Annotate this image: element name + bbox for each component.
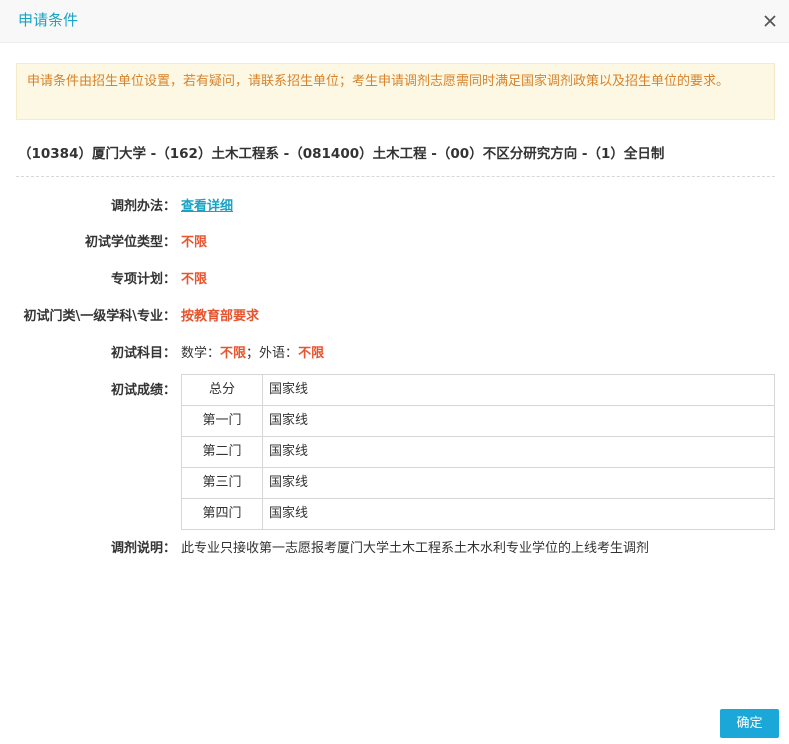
note-label: 调剂说明： <box>110 541 176 556</box>
view-details-link[interactable]: 查看详细 <box>181 197 233 217</box>
score-requirement: 国家线 <box>262 405 775 437</box>
score-requirement: 国家线 <box>262 374 775 406</box>
note-value: 此专业只接收第一志愿报考厦门大学土木工程系土木水利专业学位的上线考生调剂 <box>181 541 650 556</box>
note-row: 调剂说明： 此专业只接收第一志愿报考厦门大学土木工程系土木水利专业学位的上线考生… <box>0 539 789 559</box>
table-row: 第三门 国家线 <box>181 467 775 499</box>
special-plan-label: 专项计划： <box>110 272 176 287</box>
score-requirement: 国家线 <box>262 467 775 499</box>
subjects-row: 初试科目： 数学：不限；外语：不限 <box>0 344 789 364</box>
score-subject: 第四门 <box>181 498 263 530</box>
scores-table: 总分 国家线 第一门 国家线 第二门 国家线 第三门 国家线 第四门 国家线 <box>181 374 775 530</box>
score-subject: 第一门 <box>181 405 263 437</box>
divider <box>16 176 775 177</box>
dialog-title: 申请条件 <box>18 11 79 29</box>
category-label: 初试门类\一级学科\专业： <box>23 309 177 324</box>
table-row: 第二门 国家线 <box>181 436 775 468</box>
math-label: 数学： <box>181 346 221 361</box>
apply-conditions-dialog: 申请条件 申请条件由招生单位设置，若有疑问，请联系招生单位；考生申请调剂志愿需同… <box>0 0 789 744</box>
score-requirement: 国家线 <box>262 498 775 530</box>
language-value: 不限 <box>298 346 325 361</box>
score-subject: 第二门 <box>181 436 263 468</box>
dialog-header: 申请条件 <box>0 0 789 43</box>
scores-label: 初试成绩： <box>110 383 176 398</box>
degree-type-row: 初试学位类型： 不限 <box>0 233 789 253</box>
category-row: 初试门类\一级学科\专业： 按教育部要求 <box>0 307 789 327</box>
language-label: 外语： <box>259 346 299 361</box>
degree-type-value: 不限 <box>181 235 208 250</box>
table-row: 第一门 国家线 <box>181 405 775 437</box>
score-subject: 第三门 <box>181 467 263 499</box>
subjects-label: 初试科目： <box>110 346 176 361</box>
confirm-button[interactable]: 确定 <box>720 709 779 738</box>
close-icon[interactable] <box>761 12 779 30</box>
program-title: （10384）厦门大学 -（162）土木工程系 -（081400）土木工程 -（… <box>18 146 665 162</box>
score-requirement: 国家线 <box>262 436 775 468</box>
special-plan-value: 不限 <box>181 272 208 287</box>
table-row: 总分 国家线 <box>181 374 775 406</box>
degree-type-label: 初试学位类型： <box>84 235 176 250</box>
category-value: 按教育部要求 <box>181 309 260 324</box>
method-label: 调剂办法： <box>110 199 176 214</box>
score-subject: 总分 <box>181 374 263 406</box>
method-row: 调剂办法： 查看详细 <box>0 197 789 217</box>
special-plan-row: 专项计划： 不限 <box>0 270 789 290</box>
notice-banner: 申请条件由招生单位设置，若有疑问，请联系招生单位；考生申请调剂志愿需同时满足国家… <box>16 63 775 120</box>
subjects-separator: ； <box>246 346 260 361</box>
table-row: 第四门 国家线 <box>181 498 775 530</box>
math-value: 不限 <box>220 346 247 361</box>
subjects-value: 数学：不限；外语：不限 <box>181 344 324 364</box>
